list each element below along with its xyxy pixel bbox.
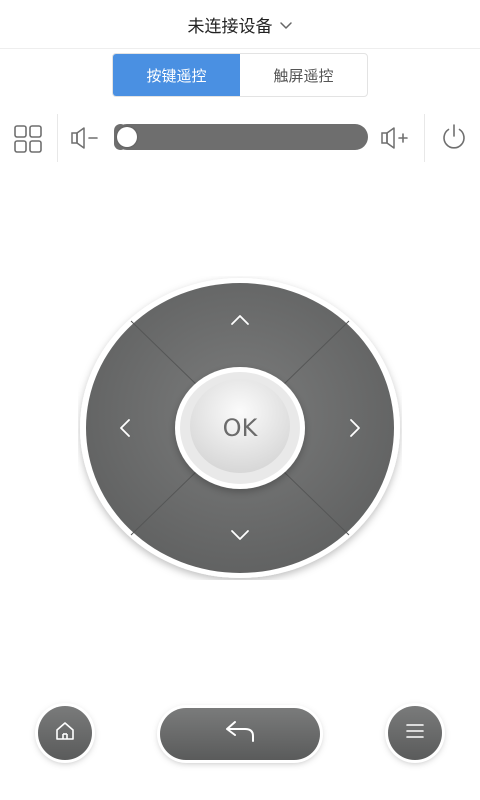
back-arrow-icon <box>223 720 257 748</box>
volume-up-icon <box>378 127 412 156</box>
chevron-down-icon <box>279 15 293 34</box>
divider <box>57 114 58 162</box>
device-title: 未连接设备 <box>187 16 273 37</box>
home-icon <box>54 720 76 746</box>
back-button[interactable] <box>160 708 320 760</box>
device-selector[interactable]: 未连接设备 <box>0 0 480 48</box>
volume-up-button[interactable] <box>378 124 412 152</box>
dpad: OK <box>78 276 402 580</box>
ok-label: OK <box>223 414 259 442</box>
ok-button[interactable]: OK <box>175 367 305 489</box>
grid-icon <box>12 125 44 159</box>
volume-slider[interactable] <box>114 124 368 150</box>
remote-mode-tabs: 按键遥控 触屏遥控 <box>112 53 368 97</box>
power-button[interactable] <box>438 121 470 153</box>
tab-key-remote[interactable]: 按键遥控 <box>113 54 240 96</box>
power-icon <box>438 124 470 157</box>
volume-slider-handle[interactable] <box>117 127 137 147</box>
menu-icon <box>405 722 425 744</box>
apps-button[interactable] <box>12 123 44 155</box>
tab-touch-remote[interactable]: 触屏遥控 <box>240 54 367 96</box>
divider <box>424 114 425 162</box>
header-bar: 未连接设备 <box>0 0 480 49</box>
volume-down-button[interactable] <box>68 124 102 152</box>
menu-button[interactable] <box>388 706 442 760</box>
volume-down-icon <box>68 127 102 156</box>
home-button[interactable] <box>38 706 92 760</box>
control-row <box>0 110 480 166</box>
